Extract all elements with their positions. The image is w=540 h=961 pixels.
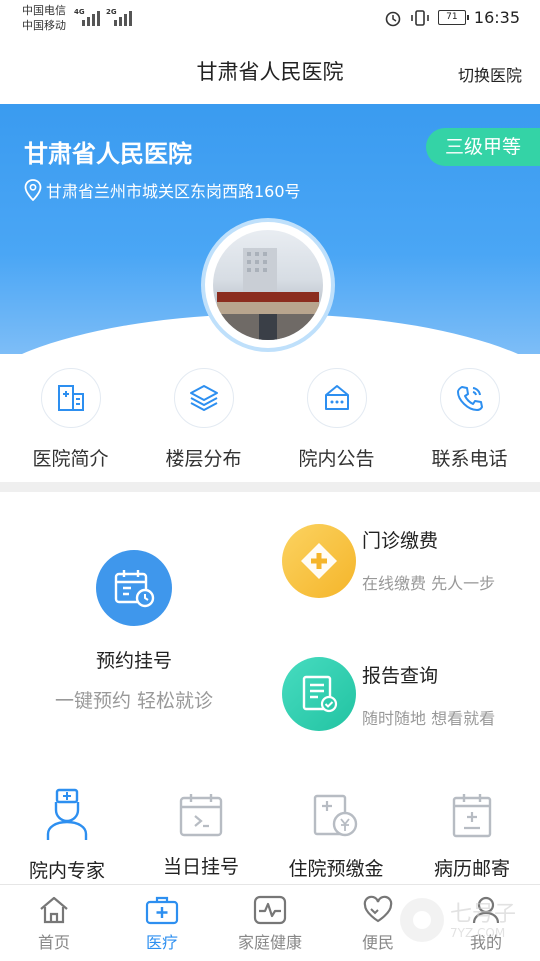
service-hospital-experts[interactable]: 院内专家: [0, 762, 135, 885]
service-label: 院内专家: [28, 860, 105, 882]
vibrate-icon: [411, 9, 429, 26]
quick-action-notice[interactable]: 院内公告: [274, 360, 399, 480]
notice-icon: [324, 385, 349, 410]
quick-icon-circle: [306, 368, 367, 428]
clock: 16:35: [473, 8, 520, 27]
status-right: 71 16:35: [384, 8, 520, 27]
status-bar: 中国电信 中国移动 4G 2G 71 16:35: [0, 0, 540, 38]
home-icon: [40, 896, 68, 924]
tab-medical[interactable]: 医疗: [108, 885, 216, 961]
building-icon: [57, 385, 84, 411]
payment-subtitle: 在线缴费 先人一步: [362, 574, 496, 593]
report-title: 报告查询: [362, 665, 439, 687]
quick-action-label: 联系电话: [431, 448, 508, 470]
report-document-icon: [302, 675, 338, 713]
quick-action-label: 楼层分布: [165, 448, 242, 470]
hospital-name: 甘肃省人民医院: [24, 140, 192, 168]
hospital-building-image: [213, 230, 323, 340]
quick-action-label: 院内公告: [298, 448, 375, 470]
quick-action-phone[interactable]: 联系电话: [407, 360, 532, 480]
medical-kit-icon: [145, 896, 179, 925]
report-query-card[interactable]: 报告查询 随时随地 想看就看: [268, 627, 540, 763]
quick-icon-circle: [173, 368, 234, 428]
layers-icon: [189, 385, 218, 411]
health-monitor-icon: [253, 895, 287, 925]
outpatient-payment-card[interactable]: 门诊缴费 在线缴费 先人一步: [268, 492, 540, 628]
tab-label: 便民: [361, 933, 394, 952]
hospital-photo: [205, 222, 331, 348]
location-pin-icon: [24, 179, 42, 201]
deposit-icon: [313, 794, 358, 837]
phone-icon: [456, 386, 483, 411]
signal-icon: [82, 11, 100, 26]
report-subtitle: 随时随地 想看就看: [362, 709, 496, 728]
report-icon-wrap: [282, 657, 356, 731]
service-record-mailing[interactable]: 病历邮寄: [404, 762, 540, 885]
carrier-1: 中国电信: [22, 4, 66, 17]
watermark-text: 七号子: [450, 902, 517, 927]
tab-home[interactable]: 首页: [0, 885, 108, 961]
signal-icon-2: [114, 11, 132, 26]
quick-action-label: 医院简介: [32, 448, 109, 470]
alarm-icon: [385, 11, 401, 26]
payment-plus-icon: [301, 543, 337, 579]
payment-icon-wrap: [282, 524, 356, 598]
calendar-clock-icon: [114, 570, 155, 608]
quick-icon-circle: [40, 368, 101, 428]
hospital-grade-badge: 三级甲等: [426, 128, 540, 166]
payment-title: 门诊缴费: [362, 530, 439, 552]
service-inpatient-deposit[interactable]: 住院预缴金: [268, 762, 405, 885]
service-same-day-registration[interactable]: 当日挂号: [134, 762, 269, 885]
tab-family-health[interactable]: 家庭健康: [216, 885, 324, 961]
app-header: 甘肃省人民医院 切换医院: [0, 38, 540, 104]
service-label: 病历邮寄: [433, 858, 510, 880]
appointment-icon-wrap: [96, 550, 172, 626]
service-label: 住院预缴金: [288, 858, 384, 880]
switch-hospital-button[interactable]: 切换医院: [458, 62, 522, 86]
appointment-card[interactable]: 预约挂号 一键预约 轻松就诊: [0, 492, 269, 763]
service-label: 当日挂号: [162, 856, 239, 878]
doctor-icon: [46, 788, 88, 840]
watermark-sub: 7YZ.COM: [450, 926, 506, 940]
tab-label: 医疗: [145, 933, 178, 952]
carrier-2: 中国移动: [22, 19, 66, 32]
calendar-today-icon: [179, 794, 223, 837]
section-divider: [0, 482, 540, 492]
tab-label: 家庭健康: [237, 933, 302, 952]
appointment-title: 预约挂号: [95, 650, 172, 672]
quick-actions: 医院简介 楼层分布 院内公告 联系电话: [0, 360, 540, 480]
quick-action-hospital-intro[interactable]: 医院简介: [8, 360, 133, 480]
quick-action-floor-map[interactable]: 楼层分布: [141, 360, 266, 480]
tab-label: 首页: [37, 933, 70, 952]
heart-hands-icon: [363, 895, 393, 923]
appointment-subtitle: 一键预约 轻松就诊: [54, 690, 214, 712]
quick-icon-circle: [439, 368, 500, 428]
battery-icon: 71: [437, 10, 469, 25]
building-illustration: [217, 248, 319, 340]
address-text: 甘肃省兰州市城关区东岗西路160号: [46, 182, 301, 201]
watermark-logo: 七号子 7YZ.COM: [392, 890, 540, 950]
hospital-address[interactable]: 甘肃省兰州市城关区东岗西路160号: [24, 178, 301, 202]
medical-record-icon: [452, 794, 492, 838]
